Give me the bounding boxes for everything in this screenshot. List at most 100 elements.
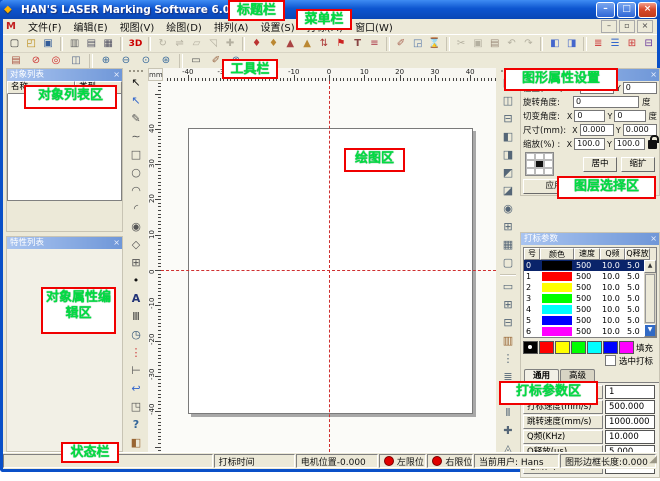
frame-bound-icon[interactable]: ◫: [67, 53, 85, 69]
pen-table-row[interactable]: 650010.05.0: [524, 326, 656, 337]
mark-tool-3-icon[interactable]: ▲: [283, 36, 298, 52]
pen-table-row[interactable]: 150010.05.0: [524, 271, 656, 282]
path-points-tool-icon[interactable]: ⋮: [498, 350, 519, 368]
distribute-vertical-icon[interactable]: ≣: [591, 36, 606, 52]
mark-tool-1-icon[interactable]: ♦: [249, 36, 264, 52]
toolbar-drag-handle[interactable]: [129, 70, 143, 72]
object-list-close-icon[interactable]: ×: [113, 69, 120, 81]
menu-item[interactable]: 窗口(W): [349, 18, 399, 35]
pen-column-header[interactable]: 号: [524, 248, 540, 260]
zoom-out-icon[interactable]: ⊖: [117, 53, 135, 69]
grid-table-tool-icon[interactable]: ⊞: [126, 254, 147, 272]
mdi-restore-button[interactable]: ▫: [619, 20, 635, 33]
close-button[interactable]: ×: [638, 2, 657, 18]
pen-table-row[interactable]: 050010.05.0: [524, 260, 656, 271]
new-file-icon[interactable]: ▢: [7, 36, 22, 52]
mark-parameters-close-icon[interactable]: ×: [650, 233, 657, 245]
color-swatch[interactable]: [539, 341, 554, 354]
property-list-close-icon[interactable]: ×: [113, 237, 120, 249]
pen-column-header[interactable]: Q频: [600, 248, 625, 260]
center-button[interactable]: 居中: [583, 157, 617, 172]
aspect-lock-icon[interactable]: [648, 140, 657, 149]
object-list-body[interactable]: [7, 94, 122, 201]
open-file-icon[interactable]: ◰: [24, 36, 39, 52]
text-tool-icon[interactable]: A: [126, 290, 147, 308]
pen-tool-icon[interactable]: ✎: [126, 110, 147, 128]
pen-table-row[interactable]: 550010.05.0: [524, 315, 656, 326]
size-x-field[interactable]: 0.000: [580, 124, 614, 136]
toggle-left-panel-icon[interactable]: ◧: [547, 36, 562, 52]
scroll-thumb[interactable]: [645, 274, 655, 323]
parameter-value-field[interactable]: 10.000: [605, 430, 655, 444]
mark-flag-icon[interactable]: ⚑: [333, 36, 348, 52]
paste-icon[interactable]: ▤: [487, 36, 502, 52]
color-swatch[interactable]: [619, 341, 634, 354]
mark-text-icon[interactable]: T: [350, 36, 365, 52]
menu-item[interactable]: 视图(V): [114, 18, 161, 35]
node-edit-tool-icon[interactable]: ↖: [126, 92, 147, 110]
color-swatch[interactable]: [571, 341, 586, 354]
eraser-icon[interactable]: ✐: [394, 36, 409, 52]
work-page[interactable]: [188, 128, 473, 414]
mark-tool-4-icon[interactable]: ▲: [300, 36, 315, 52]
parameter-value-field[interactable]: 1000.000: [605, 415, 655, 429]
menu-item[interactable]: 文件(F): [22, 18, 68, 35]
arc-3pt-tool-icon[interactable]: ◜: [126, 200, 147, 218]
fill-tool-icon[interactable]: ◧: [126, 434, 147, 452]
select-tool-icon[interactable]: ↖: [126, 74, 147, 92]
rotation-field[interactable]: 0: [573, 96, 639, 108]
align-right-icon[interactable]: ◨: [498, 146, 519, 164]
mirror-horizontal-icon[interactable]: ◫: [498, 92, 519, 110]
select-rect-icon[interactable]: ▭: [187, 53, 205, 69]
menu-item[interactable]: 编辑(E): [68, 18, 114, 35]
ellipse-tool-icon[interactable]: ○: [126, 164, 147, 182]
input-port-tool-icon[interactable]: ↩: [126, 380, 147, 398]
align-bottom-icon[interactable]: ◪: [498, 182, 519, 200]
pen-column-header[interactable]: 速度: [574, 248, 600, 260]
pen-table-row[interactable]: 350010.05.0: [524, 293, 656, 304]
menu-item[interactable]: 绘图(D): [160, 18, 208, 35]
align-center-icon[interactable]: ◉: [498, 200, 519, 218]
parameter-value-field[interactable]: 1: [605, 385, 655, 399]
hatch-fill-tool-icon[interactable]: ▥: [498, 332, 519, 350]
pen-table-row[interactable]: 250010.05.0: [524, 282, 656, 293]
hourglass-icon[interactable]: ⌛: [427, 36, 442, 52]
group-objects-icon[interactable]: ⊞: [624, 36, 639, 52]
pen-column-header[interactable]: Q释放: [625, 248, 650, 260]
save-file-icon[interactable]: ▣: [41, 36, 56, 52]
barcode-tool-icon[interactable]: Ⅲ: [126, 308, 147, 326]
anchor-grid[interactable]: [525, 152, 554, 176]
resize-grip-icon[interactable]: ◢: [649, 454, 657, 465]
output-port-tool-icon[interactable]: ◳: [126, 398, 147, 416]
expand-tool-icon[interactable]: ✚: [498, 422, 519, 440]
weld-tool-icon[interactable]: ⊞: [498, 296, 519, 314]
red-light-target-icon[interactable]: ◎: [47, 53, 65, 69]
pen-table-row[interactable]: 450010.05.0: [524, 304, 656, 315]
array-copy-icon[interactable]: ▦: [498, 236, 519, 254]
color-swatch[interactable]: [587, 341, 602, 354]
group-tool-icon[interactable]: ▢: [498, 254, 519, 272]
polygon-tool-icon[interactable]: ◇: [126, 236, 147, 254]
clock-tool-icon[interactable]: ◷: [126, 326, 147, 344]
mark-hatch-icon[interactable]: ≡: [367, 36, 382, 52]
scroll-up-icon[interactable]: ▲: [644, 260, 656, 273]
mdi-minimize-button[interactable]: –: [601, 20, 617, 33]
zoom-all-icon[interactable]: ⊛: [157, 53, 175, 69]
align-left-icon[interactable]: ◧: [498, 128, 519, 146]
pair-tool-icon[interactable]: Ⅱ: [498, 404, 519, 422]
point-tool-icon[interactable]: •: [126, 272, 147, 290]
io-tool-icon[interactable]: ⊢: [126, 362, 147, 380]
distribute-horizontal-icon[interactable]: ☰: [608, 36, 623, 52]
ungroup-objects-icon[interactable]: ⊟: [641, 36, 656, 52]
stop-mark-icon[interactable]: ⊘: [27, 53, 45, 69]
color-swatch[interactable]: [555, 341, 570, 354]
break-tool-icon[interactable]: ⊟: [498, 314, 519, 332]
traffic-light-tool-icon[interactable]: ⋮: [126, 344, 147, 362]
mirror-vertical-icon[interactable]: ⊟: [498, 110, 519, 128]
drawing-canvas[interactable]: [161, 81, 496, 452]
view-3d-icon[interactable]: 3D: [127, 36, 143, 52]
print-icon[interactable]: ▤: [84, 36, 99, 52]
circle-3pt-tool-icon[interactable]: ◉: [126, 218, 147, 236]
mark-preview-icon[interactable]: ◲: [410, 36, 425, 52]
pen-column-header[interactable]: 颜色: [540, 248, 574, 260]
